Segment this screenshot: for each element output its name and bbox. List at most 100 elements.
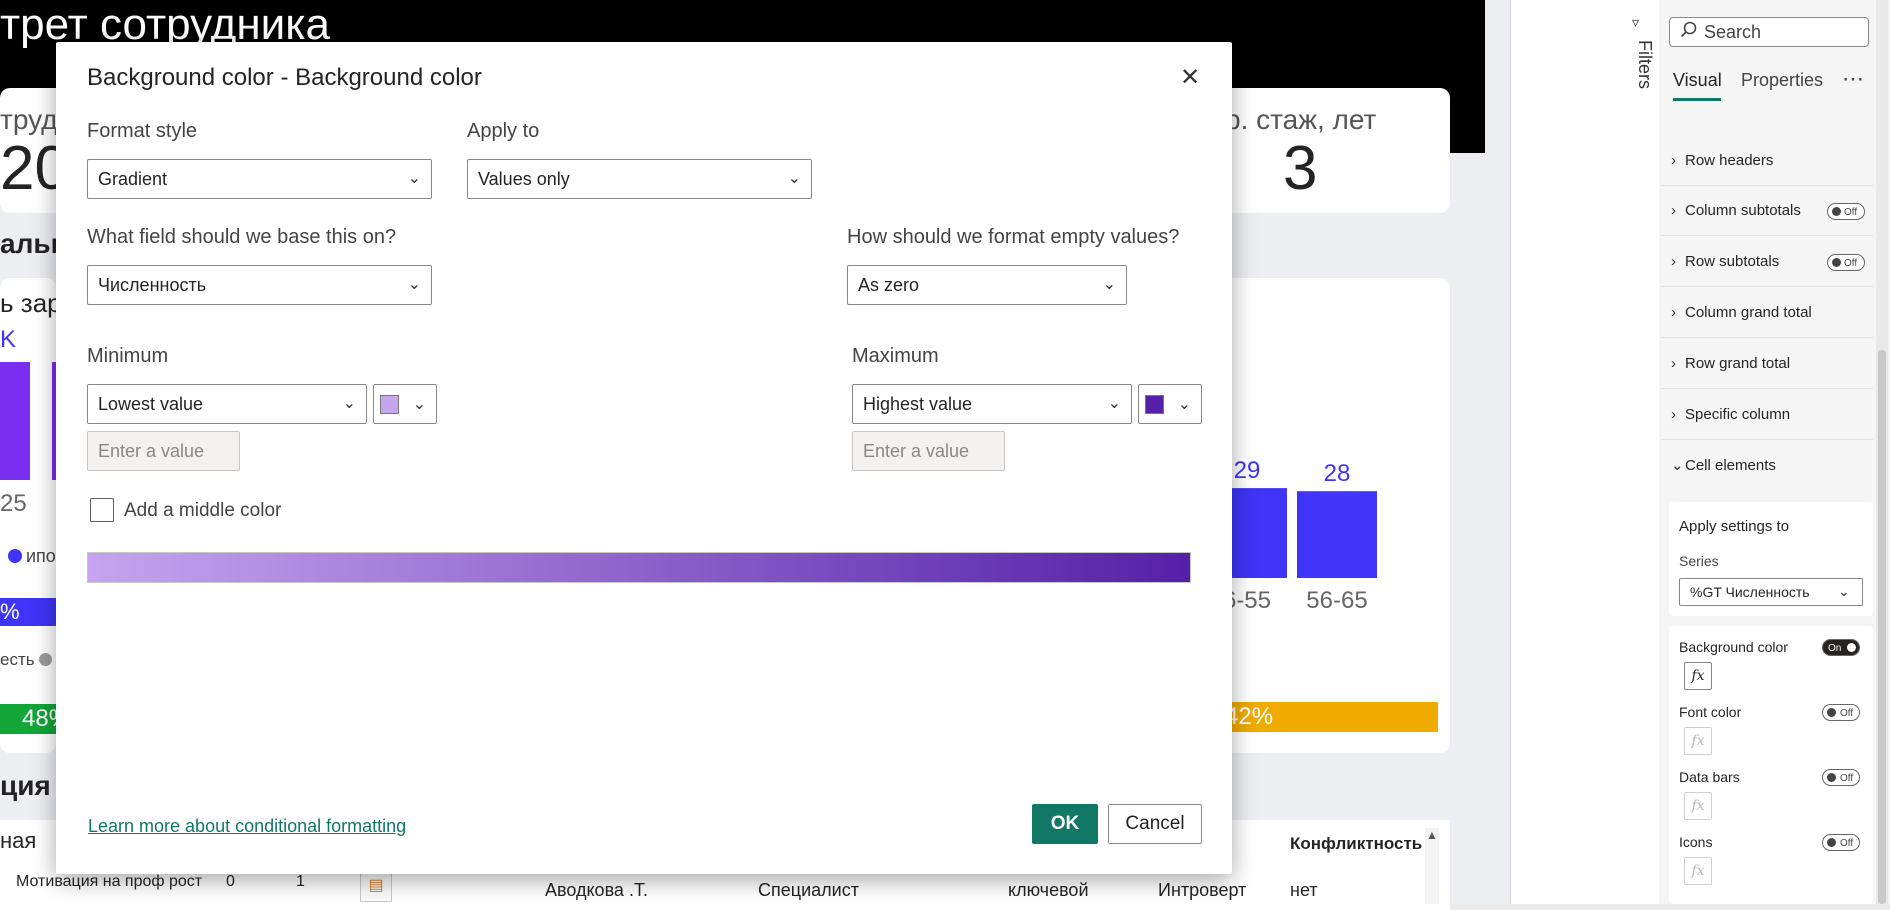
table-cell: Специалист <box>758 880 859 900</box>
data-bars-toggle[interactable]: Off <box>1822 769 1860 786</box>
legend-dot-gray-icon <box>38 653 52 666</box>
section-label: Row subtotals <box>1685 253 1780 270</box>
chart-left-axis-label: 25 <box>0 490 27 517</box>
apply-to-dropdown[interactable]: Values only ⌄ <box>467 159 812 199</box>
maximum-color-picker[interactable]: ⌄ <box>1138 384 1202 424</box>
format-style-dropdown[interactable]: Gradient ⌄ <box>87 159 432 199</box>
table-scrollbar[interactable]: ▲ <box>1425 828 1439 904</box>
learn-more-link[interactable]: Learn more about conditional formatting <box>88 816 406 837</box>
series-select[interactable]: %GT Численность <box>1679 578 1863 606</box>
dropdown-value: Gradient <box>98 169 168 189</box>
section-column-grand-total[interactable]: › Column grand total <box>1661 288 1873 338</box>
section-label: Column grand total <box>1685 304 1812 321</box>
tab-properties[interactable]: Properties <box>1741 70 1823 91</box>
fx-button-disabled: fx <box>1684 727 1712 755</box>
minimum-dropdown[interactable]: Lowest value ⌄ <box>87 384 367 424</box>
bar[interactable] <box>1297 491 1377 578</box>
pane-scrollbar-thumb[interactable] <box>1878 350 1886 904</box>
table-cell: нет <box>1290 880 1318 900</box>
bar-data-label: 29 <box>1234 457 1261 484</box>
chart-left-mark: K <box>0 326 17 353</box>
base-field-label: What field should we base this on? <box>87 226 397 248</box>
background-color-toggle[interactable]: On <box>1822 639 1860 656</box>
table-cell: Интроверт <box>1158 880 1247 900</box>
table-cell: Аводкова .Т. <box>545 880 648 900</box>
fx-button[interactable]: fx <box>1684 662 1712 690</box>
series-label: Series <box>1679 553 1719 569</box>
chevron-right-icon: › <box>1671 202 1676 219</box>
section-row-grand-total[interactable]: › Row grand total <box>1661 339 1873 389</box>
minimum-value-input[interactable]: Enter a value <box>87 431 240 471</box>
chevron-down-icon: ⌄ <box>407 170 421 187</box>
chevron-right-icon: › <box>1671 152 1676 169</box>
ok-button[interactable]: OK <box>1032 804 1098 844</box>
gradient-preview <box>87 552 1191 583</box>
section-label: Column subtotals <box>1685 202 1801 219</box>
chevron-right-icon: › <box>1671 355 1676 372</box>
apply-to-label: Apply to <box>467 120 540 142</box>
dialog-title: Background color - Background color <box>87 64 482 91</box>
legend-label: ипо <box>26 546 56 566</box>
tab-visual[interactable]: Visual <box>1673 70 1722 91</box>
maximum-value-input[interactable]: Enter a value <box>852 431 1005 471</box>
section-title-left-2: ция <box>0 770 51 801</box>
middle-color-label: Add a middle color <box>124 500 282 521</box>
visual-icon[interactable]: ▤ <box>360 870 392 902</box>
apply-settings-title: Apply settings to <box>1679 518 1790 535</box>
table-header-conflict[interactable]: Конфликтность <box>1290 834 1422 854</box>
search-input[interactable]: Search <box>1669 17 1869 47</box>
fx-button-disabled: fx <box>1684 792 1712 820</box>
legend-dot-icon <box>8 549 22 563</box>
chart-left-bar[interactable] <box>0 362 30 480</box>
section-specific-column[interactable]: › Specific column <box>1661 390 1873 440</box>
tab-active-indicator <box>1673 98 1721 101</box>
section-row-headers[interactable]: › Row headers <box>1661 136 1873 186</box>
chevron-down-icon: ⌄ <box>1671 457 1684 474</box>
base-field-dropdown[interactable]: Численность ⌄ <box>87 265 432 305</box>
icons-label: Icons <box>1679 834 1713 850</box>
empty-values-label: How should we format empty values? <box>847 226 1180 248</box>
chart-subtitle-left: ь зар <box>0 288 62 318</box>
more-options-icon[interactable]: ⋯ <box>1842 66 1864 92</box>
fx-button-disabled: fx <box>1684 857 1712 885</box>
section-row-subtotals[interactable]: › Row subtotals Off <box>1661 237 1873 287</box>
toggle-off[interactable]: Off <box>1827 254 1865 271</box>
close-icon[interactable]: ✕ <box>1180 66 1200 90</box>
chevron-down-icon: ⌄ <box>412 396 426 413</box>
bottom-row-value-2: 1 <box>296 873 305 890</box>
chevron-down-icon: ⌄ <box>1102 276 1116 293</box>
chevron-down-icon: ⌄ <box>342 395 356 412</box>
dropdown-value: Lowest value <box>98 394 204 414</box>
middle-color-checkbox[interactable] <box>90 498 114 522</box>
section-label: Row grand total <box>1685 355 1791 372</box>
format-style-label: Format style <box>87 120 198 142</box>
empty-values-dropdown[interactable]: As zero ⌄ <box>847 265 1127 305</box>
toggle-off[interactable]: Off <box>1827 203 1865 220</box>
dropdown-value: Values only <box>478 169 570 189</box>
bottom-left-title: ная <box>0 828 37 853</box>
chevron-right-icon: › <box>1671 406 1676 423</box>
green-progress-bar: 48% <box>0 704 70 734</box>
background-color-label: Background color <box>1679 639 1788 655</box>
icons-toggle[interactable]: Off <box>1822 834 1860 851</box>
font-color-label: Font color <box>1679 704 1742 720</box>
maximum-dropdown[interactable]: Highest value ⌄ <box>852 384 1132 424</box>
cancel-button[interactable]: Cancel <box>1108 804 1202 844</box>
section-cell-elements[interactable]: ⌄Cell elements <box>1661 441 1873 491</box>
section-column-subtotals[interactable]: › Column subtotals Off <box>1661 186 1873 236</box>
filters-pane-collapsed[interactable] <box>1510 0 1620 904</box>
color-swatch <box>1145 395 1164 414</box>
minimum-color-picker[interactable]: ⌄ <box>373 384 437 424</box>
chevron-right-icon: › <box>1671 304 1676 321</box>
section-label: Row headers <box>1685 152 1774 169</box>
filters-strip[interactable] <box>1617 0 1660 904</box>
kpi-right-label: р. стаж, лет <box>1225 104 1377 135</box>
section-label: Specific column <box>1685 406 1791 423</box>
chevron-down-icon: ⌄ <box>407 276 421 293</box>
kpi-left-label: труд <box>0 104 58 135</box>
filters-label[interactable]: Filters <box>1625 40 1655 89</box>
progress-bar-left: % <box>0 598 56 626</box>
chevron-down-icon: ⌄ <box>787 170 801 187</box>
font-color-toggle[interactable]: Off <box>1822 704 1860 721</box>
table-cell: ключевой <box>1008 880 1089 900</box>
